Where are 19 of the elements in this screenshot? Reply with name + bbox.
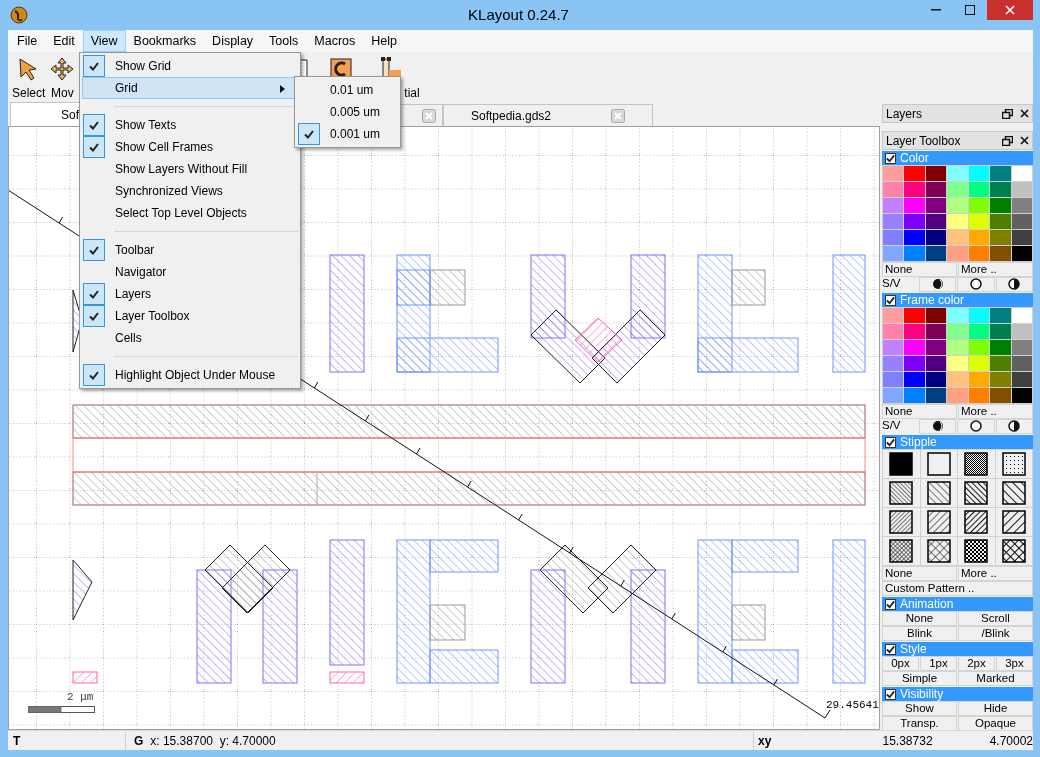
section-title: Stipple (900, 435, 937, 449)
sv-label: S/V (882, 419, 902, 433)
x-coordinate: 15.38732 (881, 732, 934, 750)
panel-title: Layer Toolbox (886, 132, 961, 150)
xy-label: xy (753, 731, 821, 750)
grid-indicator: G (132, 732, 145, 750)
ruler-label: 29.45641 (826, 699, 879, 711)
cursor-position: x: 15.38700 y: 4.70000 (150, 732, 277, 750)
panel-title: Layers (886, 105, 923, 123)
mode-indicator: T (8, 731, 126, 750)
sv-label: S/V (882, 277, 902, 291)
scale-label: 2 μm (67, 691, 94, 703)
section-title: Frame color (900, 293, 964, 307)
window-title: KLayout 0.24.7 (467, 5, 570, 25)
section-title: Visibility (900, 687, 944, 701)
section-title: Style (900, 642, 927, 656)
y-coordinate: 4.70002 (988, 732, 1033, 750)
section-title: Animation (900, 597, 954, 611)
section-title: Color (900, 151, 929, 165)
